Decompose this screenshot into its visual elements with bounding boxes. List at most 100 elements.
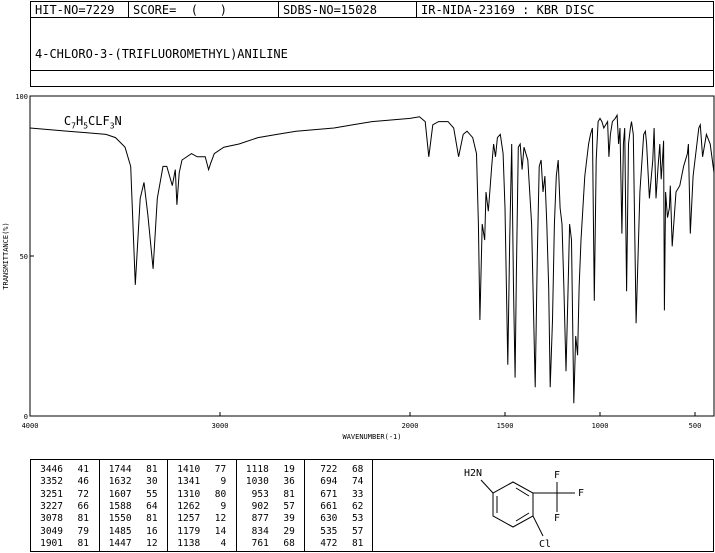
peak-wavenumber: 1901 [40,537,63,549]
peak-wavenumber: 1588 [108,500,132,512]
x-tick-label: 3000 [212,422,229,430]
peak-wavenumber: 953 [251,488,269,500]
peak-wavenumber: 1030 [245,476,269,488]
peak-wavenumber: 1485 [108,525,132,537]
y-axis-label: TRANSMITTANCE(%) [2,222,10,289]
chlorine-label: Cl [539,539,551,550]
peak-wavenumber: 877 [251,513,269,525]
peak-wavenumber: 472 [320,537,338,549]
peak-wavenumber: 1257 [177,513,201,525]
peak-transmittance: 62 [351,500,364,512]
x-tick-label: 1000 [592,422,609,430]
peak-wavenumber: 661 [320,500,338,512]
peak-transmittance: 81 [146,513,158,525]
plot-frame [29,95,715,417]
peak-transmittance: 68 [351,464,364,475]
sdbs-number: SDBS-NO=15028 [278,2,416,17]
hit-number: HIT-NO=7229 [35,3,115,17]
peak-transmittance: 53 [351,513,364,525]
structure-box: H2N F F F Cl [372,459,714,552]
peak-wavenumber: 1744 [108,464,132,475]
score-field: SCORE= ( ) [128,2,278,17]
peak-transmittance: 74 [351,476,364,488]
peak-wavenumber: 1262 [177,500,201,512]
peak-wavenumber: 1118 [245,464,269,475]
peak-transmittance: 81 [77,537,89,549]
amine-bond [480,479,494,494]
peak-wavenumber: 1138 [177,537,201,549]
peak-wavenumber: 535 [320,525,338,537]
peak-transmittance: 81 [146,464,158,475]
x-tick-label: 1500 [497,422,514,430]
peak-transmittance: 46 [77,476,89,488]
peak-wavenumber: 1632 [108,476,132,488]
peak-wavenumber: 3251 [40,488,63,500]
peak-column: 722 68 694 74 671 33 661 62 630 53 535 57 472 81 [305,460,374,551]
peak-wavenumber: 722 [320,464,338,475]
substituent-bonds [480,479,575,537]
header-bar: HIT-NO=7229 SCORE= ( ) SDBS-NO=15028 IR-… [30,1,714,18]
fluorine-right-label: F [578,488,584,499]
peak-wavenumber: 1607 [108,488,132,500]
x-tick-label: 4000 [22,422,39,430]
peak-wavenumber: 1550 [108,513,132,525]
peak-transmittance: 12 [214,513,227,525]
peak-wavenumber: 3352 [40,476,63,488]
peak-transmittance: 41 [77,464,89,475]
peak-transmittance: 55 [146,488,158,500]
peak-transmittance: 81 [283,488,295,500]
peak-wavenumber: 1179 [177,525,201,537]
peak-transmittance: 81 [77,513,89,525]
axis-ticks: 4000 3000 2000 1500 1000 500 0 50 100 [15,93,701,430]
x-tick-label: 2000 [402,422,419,430]
peak-transmittance: 19 [283,464,295,475]
peak-table-box: 3446 41 3352 46 3251 72 3227 66 3078 81 3049 79 1901… [30,459,373,552]
peak-transmittance: 16 [146,525,158,537]
peak-wavenumber: 3227 [40,500,63,512]
peak-transmittance: 81 [351,537,364,549]
peak-wavenumber: 1341 [177,476,201,488]
peak-wavenumber: 1310 [177,488,201,500]
y-tick-label: 50 [20,253,28,261]
peak-transmittance: 29 [283,525,295,537]
x-axis-label: WAVENUMBER(-1) [342,433,401,441]
ir-spectrum-chart: 4000 3000 2000 1500 1000 500 0 50 100 WAVENUMBER… [2,93,715,441]
compound-name: 4-CHLORO-3-(TRIFLUOROMETHYL)ANILINE [35,47,288,61]
x-tick-label: 500 [689,422,702,430]
peak-wavenumber: 902 [251,500,269,512]
peak-transmittance: 9 [220,476,227,488]
peak-transmittance: 64 [146,500,158,512]
peak-wavenumber: 1410 [177,464,201,475]
peak-column: 1118 19 1030 36 953 81 902 57 877 39 834 29 761 68 [237,460,306,551]
y-tick-label: 100 [15,93,28,101]
spectrum-series-line [29,113,715,404]
molecule-structure: H2N F F F Cl [464,468,584,550]
peak-transmittance: 66 [77,500,89,512]
peak-transmittance: 30 [146,476,158,488]
peak-transmittance: 12 [146,537,158,549]
fluorine-top-label: F [554,470,560,481]
peak-wavenumber: 671 [320,488,338,500]
peak-transmittance: 4 [220,537,227,549]
peak-wavenumber: 1447 [108,537,132,549]
peak-transmittance: 36 [283,476,295,488]
compound-name-box: 4-CHLORO-3-(TRIFLUOROMETHYL)ANILINE [30,17,714,71]
peak-transmittance: 39 [283,513,295,525]
peak-wavenumber: 761 [251,537,269,549]
y-tick-label: 0 [24,413,28,421]
peak-table: 3446 41 3352 46 3251 72 3227 66 3078 81 3049 79 1901… [31,460,372,551]
cl-bond [532,515,544,537]
peak-transmittance: 79 [77,525,89,537]
ir-nida-info: IR-NIDA-23169 : KBR DISC [416,2,715,17]
amine-label: H2N [464,468,482,479]
benzene-ring [492,481,534,528]
peak-wavenumber: 694 [320,476,338,488]
peak-wavenumber: 3078 [40,513,63,525]
peak-column: 1744 81 1632 30 1607 55 1588 64 1550 81 1485 16 1447… [100,460,169,551]
peak-transmittance: 68 [283,537,295,549]
fluorine-bottom-label: F [554,513,560,524]
peak-transmittance: 57 [351,525,364,537]
peak-transmittance: 14 [214,525,227,537]
peak-transmittance: 80 [214,488,227,500]
peak-transmittance: 9 [220,500,227,512]
